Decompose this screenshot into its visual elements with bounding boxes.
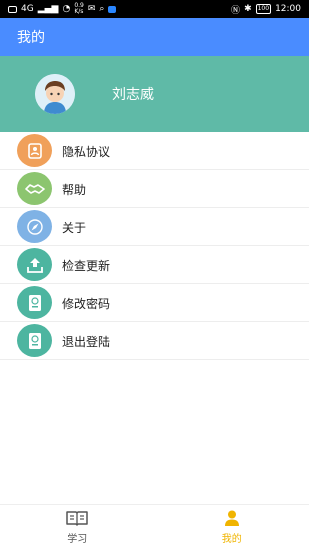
app-notify-icon bbox=[108, 5, 117, 13]
avatar[interactable] bbox=[35, 74, 75, 114]
menu-item-check-update[interactable]: 检查更新 bbox=[0, 246, 309, 284]
wifi-icon: ◔ bbox=[62, 4, 71, 14]
profile-panel: 刘志威 bbox=[0, 56, 309, 132]
menu-item-label: 帮助 bbox=[62, 183, 87, 197]
tab-label: 学习 bbox=[67, 534, 88, 545]
battery-level: 100 bbox=[255, 4, 272, 14]
bluetooth-icon: ✱ bbox=[244, 4, 252, 14]
menu-list: 隐私协议 帮助 关于 检查更新 修改密码 退出登陆 bbox=[0, 132, 309, 360]
passport-icon bbox=[17, 324, 52, 357]
clock: 12:00 bbox=[275, 4, 301, 14]
handshake-icon bbox=[17, 172, 52, 205]
app-bar: 我的 bbox=[0, 18, 309, 56]
document-icon bbox=[17, 134, 52, 167]
menu-item-change-password[interactable]: 修改密码 bbox=[0, 284, 309, 322]
chat-icon: ✉ bbox=[87, 4, 96, 14]
tab-mine[interactable]: 我的 bbox=[155, 505, 310, 550]
menu-item-privacy[interactable]: 隐私协议 bbox=[0, 132, 309, 170]
menu-item-label: 关于 bbox=[62, 221, 87, 235]
person-icon bbox=[224, 510, 239, 526]
menu-item-label: 退出登陆 bbox=[62, 335, 111, 349]
bottom-tab-bar: 学习 我的 bbox=[0, 504, 309, 550]
menu-item-help[interactable]: 帮助 bbox=[0, 170, 309, 208]
tab-study[interactable]: 学习 bbox=[0, 505, 155, 550]
status-bar: 4G ▂▄▆ ◔ 0.9 K/s ✉ ⌕ Ⓝ ✱ 100 12:00 bbox=[0, 0, 309, 18]
net-speed-unit: K/s bbox=[74, 8, 84, 15]
menu-item-logout[interactable]: 退出登陆 bbox=[0, 322, 309, 360]
page-title: 我的 bbox=[17, 30, 45, 46]
nfc-icon bbox=[8, 5, 17, 13]
menu-item-label: 修改密码 bbox=[62, 297, 111, 311]
profile-name: 刘志威 bbox=[112, 87, 154, 103]
nfc-badge-icon: Ⓝ bbox=[231, 5, 241, 16]
search-icon: ⌕ bbox=[99, 4, 105, 14]
book-icon bbox=[66, 511, 88, 526]
status-left: 4G ▂▄▆ ◔ 0.9 K/s ✉ ⌕ bbox=[8, 3, 117, 15]
menu-item-about[interactable]: 关于 bbox=[0, 208, 309, 246]
menu-item-label: 检查更新 bbox=[62, 259, 111, 273]
net-speed: 0.9 K/s bbox=[74, 3, 84, 15]
upload-icon bbox=[17, 248, 52, 281]
status-right: Ⓝ ✱ 100 12:00 bbox=[231, 3, 301, 16]
compass-icon bbox=[17, 210, 52, 243]
menu-item-label: 隐私协议 bbox=[62, 145, 111, 159]
tab-label: 我的 bbox=[221, 534, 242, 545]
signal-icon: ▂▄▆ bbox=[37, 4, 59, 14]
network-label: 4G bbox=[21, 4, 34, 14]
passport-icon bbox=[17, 286, 52, 319]
avatar-boy-icon bbox=[35, 74, 75, 114]
